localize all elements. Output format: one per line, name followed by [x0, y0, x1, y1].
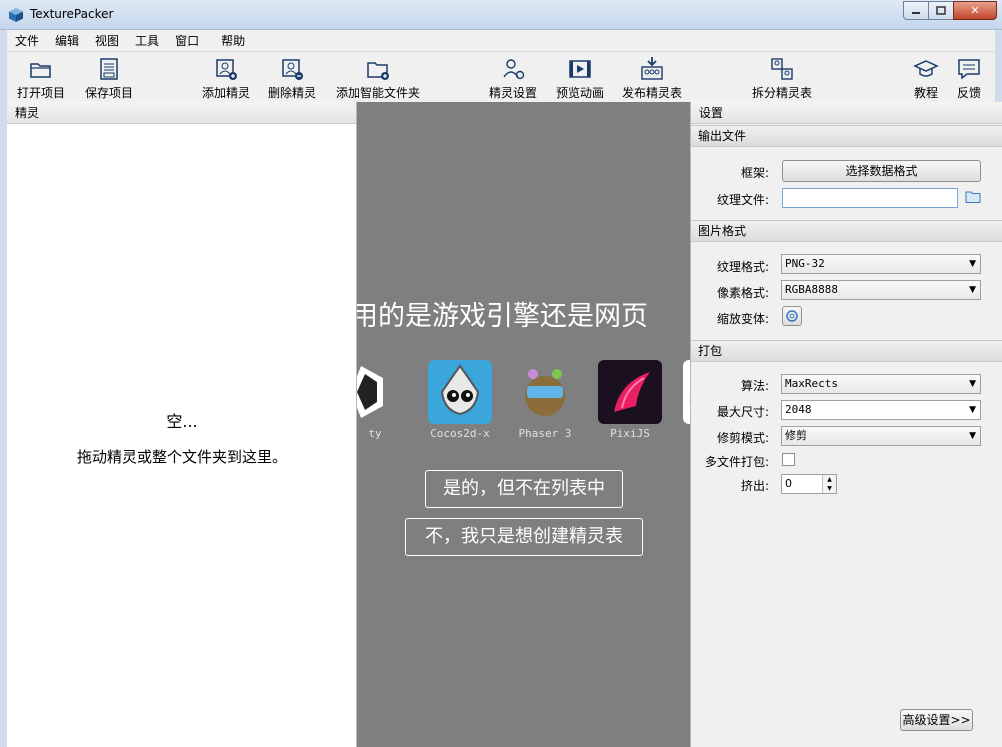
engine-pixijs[interactable]: PixiJS	[598, 360, 662, 440]
engine-unity[interactable]: ty	[357, 360, 407, 440]
settings-panel: 设置 输出文件 框架: 选择数据格式 纹理文件: 图片格式 纹理格式: PNG-…	[690, 102, 1002, 747]
browse-folder-icon[interactable]	[965, 190, 981, 204]
engine-libgdx[interactable]: liGD Li	[683, 360, 690, 440]
dropdown-arrow-icon: ▼	[969, 405, 976, 415]
preview-animation-button[interactable]: 预览动画	[556, 56, 604, 101]
engine-cocos2d-x[interactable]: Cocos2d-x	[428, 360, 492, 440]
menu-view[interactable]: 视图	[87, 32, 127, 49]
scaling-variants-button[interactable]	[782, 306, 802, 326]
trim-mode-select[interactable]: 修剪 ▼	[781, 426, 981, 446]
menu-window[interactable]: 窗口	[167, 32, 207, 49]
window-title: TexturePacker	[30, 7, 114, 21]
multipack-label: 多文件打包:	[704, 455, 769, 469]
tutorial-button[interactable]: 教程	[913, 56, 939, 101]
dropdown-arrow-icon: ▼	[969, 431, 976, 441]
dropdown-arrow-icon: ▼	[969, 285, 976, 295]
phaser-icon	[513, 360, 577, 424]
extrude-label: 挤出:	[740, 479, 769, 493]
engine-selection-panel: 用的是游戏引擎还是网页 ty Cocos2d-x Phaser 3 PixiJS	[357, 102, 690, 747]
menu-edit[interactable]: 编辑	[47, 32, 87, 49]
menu-bar: 文件 编辑 视图 工具 窗口 帮助	[7, 30, 995, 52]
split-sprite-sheet-button[interactable]: 拆分精灵表	[752, 56, 812, 101]
publish-icon	[641, 57, 663, 80]
open-project-button[interactable]: 打开项目	[17, 56, 65, 101]
texture-format-label: 纹理格式:	[716, 260, 769, 274]
choose-data-format-button[interactable]: 选择数据格式	[782, 160, 981, 182]
pixijs-icon	[598, 360, 662, 424]
multipack-checkbox[interactable]	[782, 453, 795, 466]
save-icon	[100, 58, 118, 80]
close-button[interactable]: ✕	[953, 1, 997, 20]
publish-sprite-sheet-button[interactable]: 发布精灵表	[622, 56, 682, 101]
empty-title: 空...	[166, 412, 198, 431]
maximize-icon	[936, 6, 946, 15]
sprites-panel[interactable]: 精灵 空... 拖动精灵或整个文件夹到这里。	[7, 102, 357, 747]
pixel-format-label: 像素格式:	[716, 286, 769, 300]
texture-file-input[interactable]	[782, 188, 958, 208]
scaling-variants-label: 缩放变体:	[716, 312, 769, 326]
extrude-spinbox[interactable]: 0 ▲ ▼	[781, 474, 837, 494]
unity-icon	[357, 360, 407, 424]
remove-sprite-icon	[282, 59, 303, 80]
smart-folder-icon	[367, 62, 389, 80]
feedback-icon	[958, 59, 980, 80]
maximize-button[interactable]	[928, 1, 954, 20]
output-files-section[interactable]: 输出文件	[691, 125, 1002, 147]
texturepacker-app-icon	[9, 8, 23, 22]
empty-hint: 拖动精灵或整个文件夹到这里。	[76, 448, 287, 466]
engine-phaser-3[interactable]: Phaser 3	[513, 360, 577, 440]
max-size-label: 最大尺寸:	[716, 405, 769, 419]
spin-arrows-icon[interactable]: ▲ ▼	[822, 475, 836, 493]
algorithm-label: 算法:	[740, 379, 769, 393]
menu-file[interactable]: 文件	[7, 32, 47, 49]
add-sprites-button[interactable]: 添加精灵	[202, 56, 250, 101]
close-icon: ✕	[970, 4, 980, 17]
packing-section[interactable]: 打包	[691, 340, 1002, 362]
cocos2d-x-icon	[428, 360, 492, 424]
dropdown-arrow-icon: ▼	[969, 259, 976, 269]
menu-help[interactable]: 帮助	[207, 32, 253, 49]
dropdown-arrow-icon: ▼	[969, 379, 976, 389]
graduation-cap-icon	[913, 60, 939, 77]
yes-not-listed-button[interactable]: 是的，但不在列表中	[425, 470, 623, 508]
sprites-panel-header: 精灵	[7, 102, 356, 124]
trim-mode-label: 修剪模式:	[716, 431, 769, 445]
split-sheet-icon	[771, 58, 793, 80]
add-sprite-icon	[216, 59, 237, 80]
image-format-section[interactable]: 图片格式	[691, 220, 1002, 242]
framework-label: 框架:	[740, 166, 769, 180]
engine-list: ty Cocos2d-x Phaser 3 PixiJS liGD Li	[357, 360, 690, 440]
sprite-settings-button[interactable]: 精灵设置	[489, 56, 537, 101]
title-bar: TexturePacker ✕	[0, 0, 1002, 30]
minimize-icon	[912, 11, 920, 14]
gear-icon	[786, 310, 798, 322]
menu-tools[interactable]: 工具	[127, 32, 167, 49]
engine-question: 用的是游戏引擎还是网页	[357, 301, 648, 332]
feedback-button[interactable]: 反馈	[956, 56, 982, 101]
sprite-settings-icon	[503, 59, 525, 80]
folder-open-icon	[30, 63, 51, 78]
film-play-icon	[569, 60, 591, 78]
algorithm-select[interactable]: MaxRects ▼	[781, 374, 981, 394]
add-smart-folder-button[interactable]: 添加智能文件夹	[336, 56, 420, 101]
save-project-button[interactable]: 保存项目	[85, 56, 133, 101]
toolbar: 打开项目 保存项目 添加精灵 删除精灵 添加智能文件夹 精灵设置 预览动画 发布…	[7, 52, 995, 102]
settings-header: 设置	[691, 102, 1002, 124]
texture-file-label: 纹理文件:	[716, 193, 769, 207]
pixel-format-select[interactable]: RGBA8888 ▼	[781, 280, 981, 300]
max-size-select[interactable]: 2048 ▼	[781, 400, 981, 420]
texture-format-select[interactable]: PNG-32 ▼	[781, 254, 981, 274]
no-only-sprite-sheet-button[interactable]: 不，我只是想创建精灵表	[405, 518, 643, 556]
libgdx-icon: liGD	[683, 360, 690, 424]
minimize-button[interactable]	[903, 1, 929, 20]
advanced-settings-button[interactable]: 高级设置>>	[900, 709, 973, 731]
delete-sprites-button[interactable]: 删除精灵	[268, 56, 316, 101]
